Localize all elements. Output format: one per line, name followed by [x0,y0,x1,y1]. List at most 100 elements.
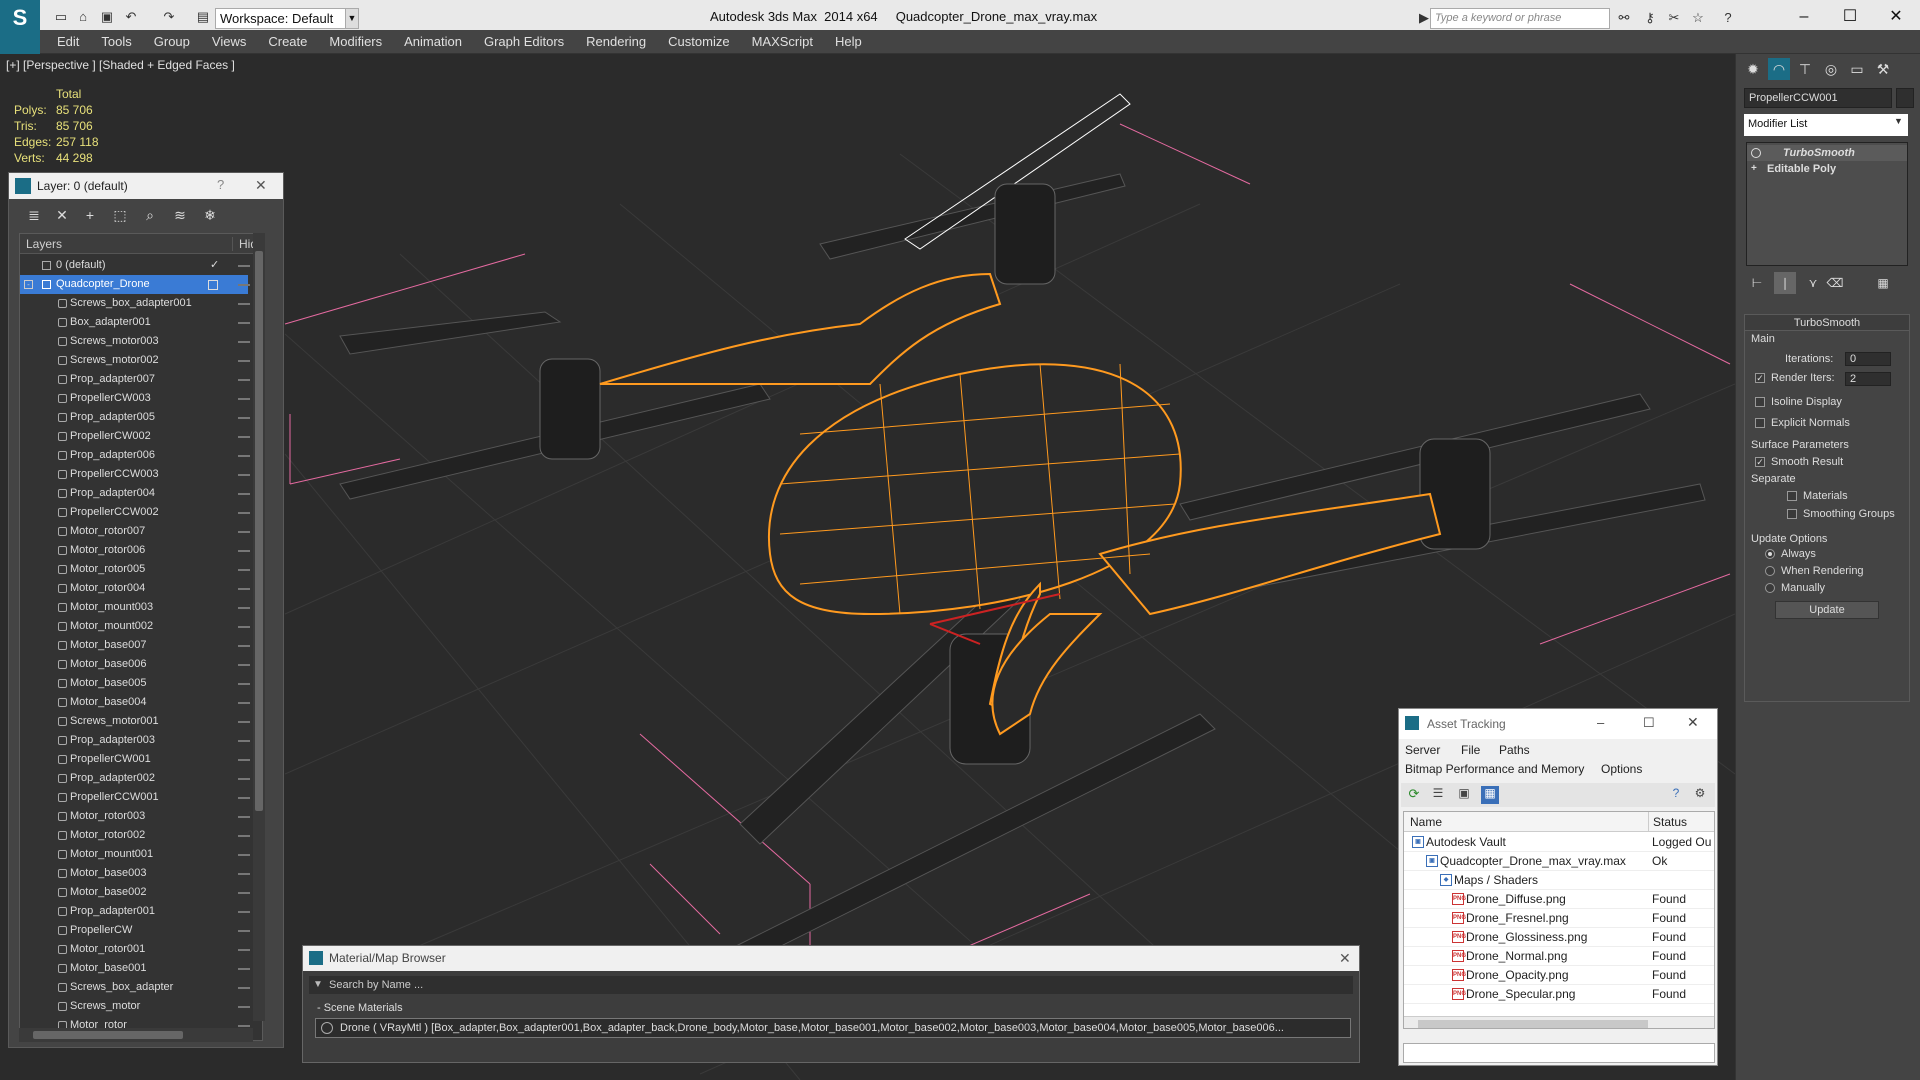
chevron-down-icon[interactable]: ▼ [1894,116,1903,126]
layer-object-row[interactable]: Motor_mount001 [20,845,250,864]
workspace-dropdown[interactable]: Workspace: Default [215,8,355,29]
dropdown-icon[interactable]: ▼ [313,979,323,990]
layer-object-row[interactable]: PropellerCW [20,921,250,940]
layer-object-row[interactable]: Motor_mount003 [20,598,250,617]
iterations-spinner[interactable]: 0 [1845,352,1891,366]
hide-toggle[interactable] [238,949,250,951]
layer-object-row[interactable]: Prop_adapter003 [20,731,250,750]
vertical-scrollbar[interactable] [253,233,265,1021]
hide-toggle[interactable] [238,721,250,723]
add-to-layer-icon[interactable]: + [79,205,101,225]
materials-checkbox[interactable] [1787,491,1797,501]
hide-toggle[interactable] [238,683,250,685]
hide-toggle[interactable] [238,835,250,837]
binoculars-icon[interactable]: ⚯ [1616,10,1632,26]
asset-row[interactable]: PNG Drone_Opacity.png Found [1404,966,1714,985]
bulb-icon[interactable] [1751,148,1761,158]
layer-object-row[interactable]: PropellerCCW003 [20,465,250,484]
hide-toggle[interactable] [238,1025,250,1027]
layer-object-row[interactable]: Screws_box_adapter [20,978,250,997]
layer-tree[interactable]: Layers Hide 0 (default) ✓ - Quadcopter_D… [19,233,263,1041]
isoline-checkbox[interactable] [1755,397,1765,407]
hide-toggle[interactable] [238,816,250,818]
stack-item-turbosmooth[interactable]: TurboSmooth [1747,145,1907,161]
layer-object-row[interactable]: Prop_adapter002 [20,769,250,788]
utilities-tab-icon[interactable]: ⚒ [1872,58,1894,80]
layer-object-row[interactable]: Motor_base005 [20,674,250,693]
key-icon[interactable]: ⚷ [1642,10,1658,26]
hide-toggle[interactable] [238,569,250,571]
menu-group[interactable]: Group [143,30,201,54]
vault-login-icon[interactable]: ? [1667,786,1685,804]
hide-toggle[interactable] [238,360,250,362]
project-folder-icon[interactable]: ▤ [194,9,212,25]
create-layer-icon[interactable]: ≣ [23,205,45,225]
thumbnail-icon[interactable]: ▣ [1455,786,1473,804]
layer-object-row[interactable]: Motor_base007 [20,636,250,655]
menu-edit[interactable]: Edit [46,30,90,54]
layer-object-row[interactable]: Prop_adapter006 [20,446,250,465]
remove-modifier-icon[interactable]: ⌫ [1824,272,1846,294]
modify-tab-icon[interactable]: ◠ [1768,58,1790,80]
layer-object-row[interactable]: Motor_rotor006 [20,541,250,560]
delete-layer-icon[interactable]: ✕ [51,205,73,225]
list-view-icon[interactable]: ☰ [1429,786,1447,804]
minimize-button[interactable]: – [1597,715,1604,730]
menu-rendering[interactable]: Rendering [575,30,657,54]
close-button[interactable]: ✕ [1687,714,1699,731]
hide-toggle[interactable] [238,664,250,666]
stack-item-editable-poly[interactable]: + Editable Poly [1747,161,1907,177]
hide-toggle[interactable] [238,398,250,400]
hide-toggle[interactable] [238,854,250,856]
hide-toggle[interactable] [238,892,250,894]
menu-help[interactable]: Help [824,30,873,54]
hide-toggle[interactable] [238,379,250,381]
layer-object-row[interactable]: PropellerCW002 [20,427,250,446]
material-browser-title[interactable]: Material/Map Browser [303,946,1359,971]
configure-sets-icon[interactable]: ▦ [1872,272,1894,294]
layer-object-row[interactable]: Motor_rotor001 [20,940,250,959]
layer-object-row[interactable]: Motor_base003 [20,864,250,883]
object-name-field[interactable]: PropellerCCW001 [1744,88,1892,108]
search-input[interactable]: Type a keyword or phrase [1430,8,1610,29]
close-icon[interactable]: ✕ [1339,950,1351,967]
hide-toggle[interactable] [238,322,250,324]
hide-toggle[interactable] [238,968,250,970]
close-icon[interactable]: ✕ [255,177,267,194]
hierarchy-tab-icon[interactable]: ⊤ [1794,58,1816,80]
active-layer-box[interactable] [208,280,218,290]
layer-panel-title[interactable]: Layer: 0 (default) [9,173,283,199]
hide-toggle[interactable] [238,1006,250,1008]
render-iters-checkbox[interactable]: ✓ [1755,373,1765,383]
new-file-icon[interactable]: ▭ [52,9,70,25]
hide-toggle[interactable] [238,740,250,742]
asset-row[interactable]: PNG Drone_Glossiness.png Found [1404,928,1714,947]
hide-toggle[interactable] [238,873,250,875]
layer-object-row[interactable]: PropellerCW003 [20,389,250,408]
layer-object-row[interactable]: Motor_rotor002 [20,826,250,845]
layer-object-row[interactable]: Motor_base002 [20,883,250,902]
menu-options[interactable]: Options [1601,762,1642,776]
freeze-icon[interactable]: ❄ [199,205,221,225]
select-objects-icon[interactable]: ⬚ [109,205,131,225]
column-layers[interactable]: Layers [26,237,62,251]
save-icon[interactable]: ▣ [98,9,116,25]
asset-row[interactable]: PNG Drone_Fresnel.png Found [1404,909,1714,928]
hide-toggle[interactable] [238,512,250,514]
layer-object-row[interactable]: PropellerCCW001 [20,788,250,807]
smooth-result-checkbox[interactable]: ✓ [1755,457,1765,467]
expand-icon[interactable]: + [1751,164,1761,174]
horizontal-scrollbar[interactable] [19,1028,253,1042]
layer-object-row[interactable]: Motor_rotor003 [20,807,250,826]
close-button[interactable]: ✕ [1876,4,1916,30]
make-unique-icon[interactable]: ⋎ [1802,272,1824,294]
hide-toggle[interactable] [238,341,250,343]
layer-object-row[interactable]: Screws_motor001 [20,712,250,731]
render-iters-spinner[interactable]: 2 [1845,372,1891,386]
scroll-thumb[interactable] [1418,1020,1648,1028]
hide-toggle[interactable] [238,284,250,286]
layer-object-row[interactable]: Box_adapter001 [20,313,250,332]
menu-bitmap-performance[interactable]: Bitmap Performance and Memory [1405,762,1584,776]
star-icon[interactable]: ☆ [1690,10,1706,26]
create-tab-icon[interactable]: ✹ [1742,58,1764,80]
